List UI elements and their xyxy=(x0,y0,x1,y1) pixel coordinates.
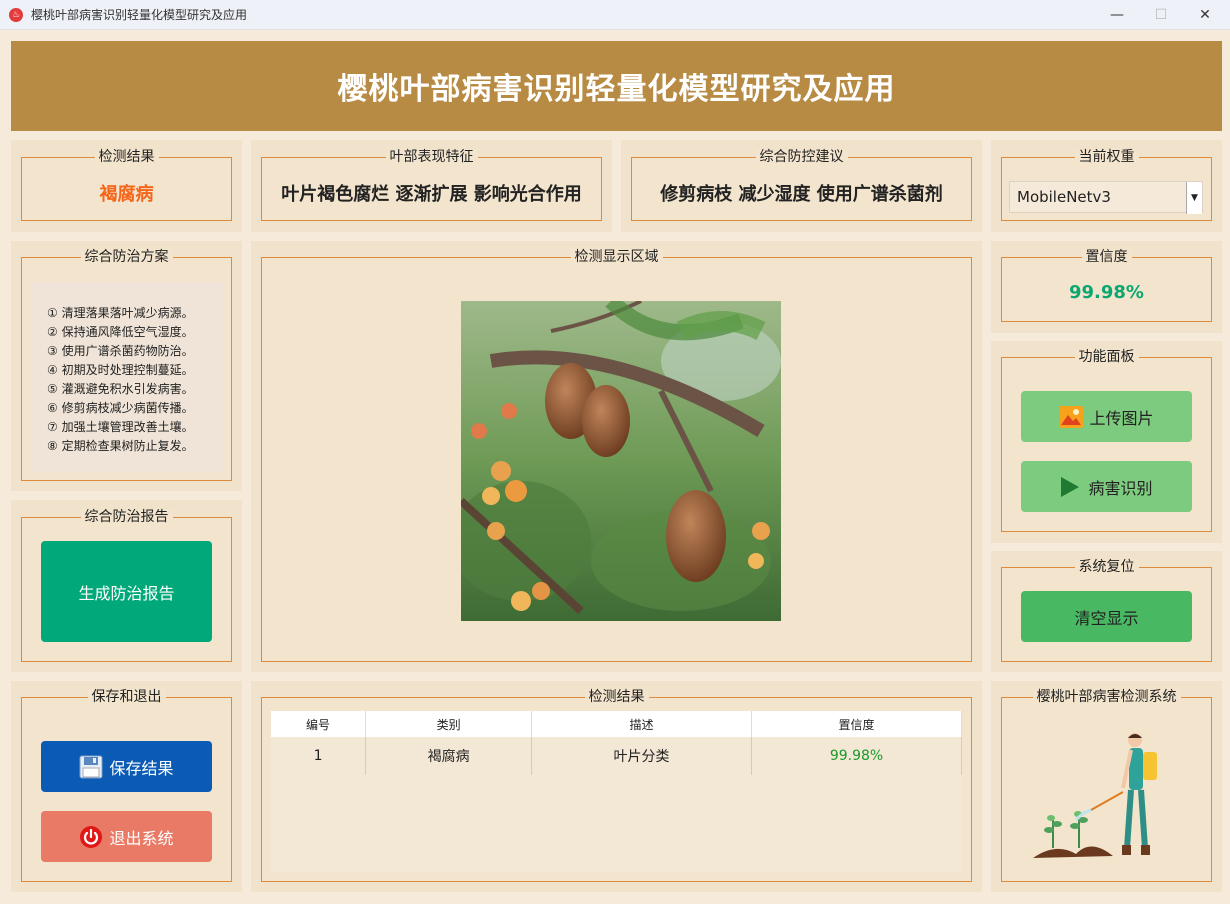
weights-legend: 当前权重 xyxy=(1074,149,1139,165)
column-header[interactable]: 置信度 xyxy=(751,711,962,737)
exit-system-label: 退出系统 xyxy=(109,828,174,848)
clear-display-button[interactable]: 清空显示 xyxy=(1021,591,1192,642)
control-advice-group: 综合防控建议 修剪病枝 减少湿度 使用广谱杀菌剂 xyxy=(631,149,972,221)
save-exit-panel: 保存和退出 保存结果 退出系统 xyxy=(11,681,242,892)
column-header[interactable]: 类别 xyxy=(365,711,533,737)
power-icon xyxy=(80,825,103,848)
save-exit-group: 保存和退出 保存结果 退出系统 xyxy=(21,689,232,882)
control-advice-value: 修剪病枝 减少湿度 使用广谱杀菌剂 xyxy=(660,184,943,205)
leaf-features-value: 叶片褐色腐烂 逐渐扩展 影响光合作用 xyxy=(281,184,582,205)
system-group: 樱桃叶部病害检测系统 xyxy=(1001,689,1212,882)
list-item: ① 清理落果落叶减少病源。 xyxy=(47,306,194,320)
detect-result-panel: 检测结果 褐腐病 xyxy=(11,140,242,232)
display-legend: 检测显示区域 xyxy=(570,249,663,265)
functions-group: 功能面板 上传图片 病害识别 xyxy=(1001,349,1212,532)
table-row[interactable]: 1 褐腐病 叶片分类 99.98% xyxy=(271,737,962,776)
results-group: 检测结果 编号 类别 描述 置信度 1 褐腐病 叶片分类 99.98% xyxy=(261,689,972,882)
confidence-legend: 置信度 xyxy=(1081,249,1132,265)
detect-result-group: 检测结果 褐腐病 xyxy=(21,149,232,221)
plan-list: ① 清理落果落叶减少病源。 ② 保持通风降低空气湿度。 ③ 使用广谱杀菌药物防治… xyxy=(31,282,223,472)
page-title: 樱桃叶部病害识别轻量化模型研究及应用 xyxy=(337,72,896,107)
save-result-label: 保存结果 xyxy=(109,758,174,778)
confidence-group: 置信度 99.98% xyxy=(1001,249,1212,322)
system-panel: 樱桃叶部病害检测系统 xyxy=(991,681,1222,892)
results-panel: 检测结果 编号 类别 描述 置信度 1 褐腐病 叶片分类 99.98% xyxy=(251,681,982,892)
close-button[interactable]: ✕ xyxy=(1182,0,1228,30)
identify-disease-button[interactable]: 病害识别 xyxy=(1021,461,1192,512)
generate-report-button[interactable]: 生成防治报告 xyxy=(41,541,212,642)
report-group: 综合防治报告 生成防治报告 xyxy=(21,509,232,662)
display-panel: 检测显示区域 xyxy=(251,241,982,672)
list-item: ⑦ 加强土壤管理改善土壤。 xyxy=(47,420,194,434)
list-item: ② 保持通风降低空气湿度。 xyxy=(47,325,194,339)
table-cell: 1 xyxy=(271,737,367,776)
control-advice-panel: 综合防控建议 修剪病枝 减少湿度 使用广谱杀菌剂 xyxy=(621,140,982,232)
leaf-features-group: 叶部表现特征 叶片褐色腐烂 逐渐扩展 影响光合作用 xyxy=(261,149,602,221)
functions-panel: 功能面板 上传图片 病害识别 xyxy=(991,341,1222,543)
plan-panel: 综合防治方案 ① 清理落果落叶减少病源。 ② 保持通风降低空气湿度。 ③ 使用广… xyxy=(11,241,242,491)
list-item: ⑥ 修剪病枝减少病菌传播。 xyxy=(47,401,194,415)
report-panel: 综合防治报告 生成防治报告 xyxy=(11,500,242,672)
list-item: ④ 初期及时处理控制蔓延。 xyxy=(47,363,194,377)
list-item: ③ 使用广谱杀菌药物防治。 xyxy=(47,344,194,358)
table-cell: 99.98% xyxy=(751,737,962,776)
control-advice-legend: 综合防控建议 xyxy=(755,149,848,165)
list-item: ⑤ 灌溉避免积水引发病害。 xyxy=(47,382,194,396)
table-cell: 褐腐病 xyxy=(365,737,533,776)
app-header: 樱桃叶部病害识别轻量化模型研究及应用 xyxy=(11,41,1222,131)
detection-image xyxy=(461,301,781,621)
minimize-button[interactable]: — xyxy=(1094,0,1140,30)
save-icon xyxy=(79,755,103,778)
leaf-features-legend: 叶部表现特征 xyxy=(385,149,478,165)
list-item: ⑧ 定期检查果树防止复发。 xyxy=(47,439,194,453)
upload-image-label: 上传图片 xyxy=(1089,408,1154,428)
identify-disease-label: 病害识别 xyxy=(1088,478,1153,498)
reset-group: 系统复位 清空显示 xyxy=(1001,559,1212,662)
cherry-icon: ♨ xyxy=(9,7,23,22)
weights-group: 当前权重 MobileNetv3 ▼ xyxy=(1001,149,1212,221)
results-legend: 检测结果 xyxy=(584,689,649,705)
plan-legend: 综合防治方案 xyxy=(80,249,173,265)
title-bar: ♨ 樱桃叶部病害识别轻量化模型研究及应用 — ☐ ✕ xyxy=(0,0,1230,30)
table-empty-area xyxy=(271,775,962,872)
detect-result-value: 褐腐病 xyxy=(99,184,154,205)
farmer-spraying-illustration xyxy=(1033,733,1157,858)
detect-result-legend: 检测结果 xyxy=(94,149,159,165)
image-icon xyxy=(1059,405,1084,428)
functions-legend: 功能面板 xyxy=(1074,349,1139,365)
chevron-down-icon[interactable]: ▼ xyxy=(1186,182,1202,214)
save-result-button[interactable]: 保存结果 xyxy=(41,741,212,792)
weights-select-value: MobileNetv3 xyxy=(1017,188,1111,206)
system-legend: 樱桃叶部病害检测系统 xyxy=(1032,689,1181,705)
confidence-panel: 置信度 99.98% xyxy=(991,241,1222,333)
leaf-features-panel: 叶部表现特征 叶片褐色腐烂 逐渐扩展 影响光合作用 xyxy=(251,140,612,232)
display-group: 检测显示区域 xyxy=(261,249,972,662)
exit-system-button[interactable]: 退出系统 xyxy=(41,811,212,862)
column-header[interactable]: 编号 xyxy=(271,711,367,737)
results-table: 编号 类别 描述 置信度 1 褐腐病 叶片分类 99.98% xyxy=(271,711,962,776)
column-header[interactable]: 描述 xyxy=(531,711,753,737)
upload-image-button[interactable]: 上传图片 xyxy=(1021,391,1192,442)
reset-panel: 系统复位 清空显示 xyxy=(991,551,1222,672)
reset-legend: 系统复位 xyxy=(1074,559,1139,575)
window-title: 樱桃叶部病害识别轻量化模型研究及应用 xyxy=(31,8,248,22)
confidence-value: 99.98% xyxy=(1069,282,1144,303)
table-cell: 叶片分类 xyxy=(531,737,753,776)
weights-panel: 当前权重 MobileNetv3 ▼ xyxy=(991,140,1222,232)
report-legend: 综合防治报告 xyxy=(80,509,173,525)
weights-select[interactable]: MobileNetv3 ▼ xyxy=(1009,181,1203,214)
maximize-button[interactable]: ☐ xyxy=(1138,0,1184,30)
save-exit-legend: 保存和退出 xyxy=(87,689,166,705)
table-header-row: 编号 类别 描述 置信度 xyxy=(271,711,962,737)
play-icon xyxy=(1061,476,1080,497)
plan-group: 综合防治方案 ① 清理落果落叶减少病源。 ② 保持通风降低空气湿度。 ③ 使用广… xyxy=(21,249,232,481)
